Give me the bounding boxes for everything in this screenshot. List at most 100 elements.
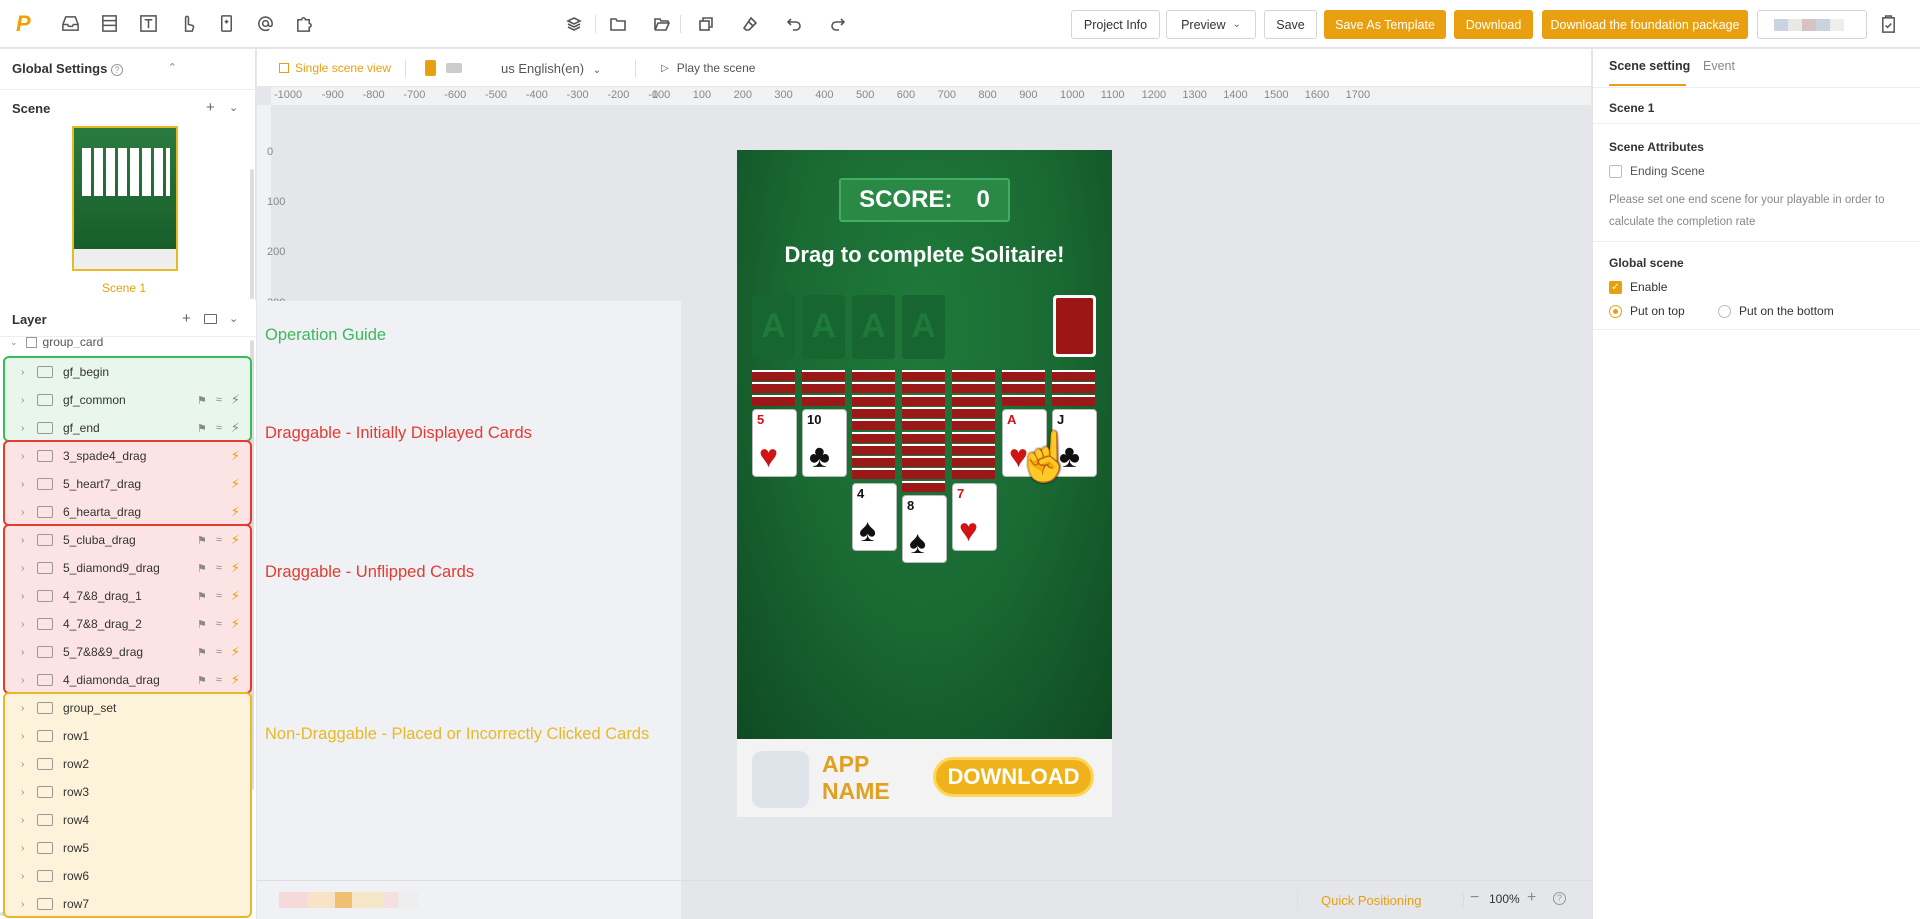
lightning-icon[interactable]: ⚡︎ <box>231 476 240 492</box>
chevron-right-icon[interactable]: › <box>21 367 37 378</box>
eye-hidden-icon[interactable]: ≈ <box>216 422 222 434</box>
layer-row[interactable]: › row2 <box>5 750 250 778</box>
eye-hidden-icon[interactable]: ≈ <box>216 562 222 574</box>
collapse-icon[interactable]: ⌃ <box>168 61 177 74</box>
lightning-icon[interactable]: ⚡︎ <box>231 392 240 408</box>
chevron-right-icon[interactable]: › <box>21 899 37 910</box>
clipboard-check-icon[interactable] <box>1877 13 1899 35</box>
layer-row[interactable]: › row6 <box>5 862 250 890</box>
scene-thumbnail[interactable] <box>72 126 178 271</box>
banner-download-button[interactable]: DOWNLOAD <box>933 757 1094 797</box>
at-icon[interactable] <box>254 13 276 35</box>
layer-row[interactable]: › 5_7&8&9_drag ⚑ ≈ ⚡︎ <box>5 638 250 666</box>
stock-deck[interactable] <box>1053 295 1096 357</box>
chevron-right-icon[interactable]: › <box>21 675 37 686</box>
layer-row[interactable]: › row1 <box>5 722 250 750</box>
chevron-right-icon[interactable]: › <box>21 591 37 602</box>
tab-scene-setting[interactable]: Scene setting <box>1609 59 1690 73</box>
lightning-icon[interactable]: ⚡︎ <box>231 532 240 548</box>
eye-hidden-icon[interactable]: ≈ <box>216 534 222 546</box>
lightning-icon[interactable]: ⚡︎ <box>231 560 240 576</box>
foundation-slot[interactable]: A <box>802 295 845 359</box>
playing-card[interactable]: 7 ♥ <box>952 482 997 551</box>
layer-row[interactable]: › 5_diamond9_drag ⚑ ≈ ⚡︎ <box>5 554 250 582</box>
foundation-slot[interactable]: A <box>852 295 895 359</box>
chevron-right-icon[interactable]: › <box>21 451 37 462</box>
hand-pointer-icon[interactable] <box>176 13 198 35</box>
download-button[interactable]: Download <box>1454 10 1533 39</box>
lightning-icon[interactable]: ⚡︎ <box>231 448 240 464</box>
layer-row[interactable]: › gf_end ⚑ ≈ ⚡︎ <box>5 414 250 442</box>
chevron-right-icon[interactable]: › <box>21 479 37 490</box>
undo-icon[interactable] <box>783 13 805 35</box>
open-folder-icon[interactable] <box>651 13 673 35</box>
eye-hidden-icon[interactable]: ≈ <box>216 590 222 602</box>
landscape-toggle[interactable] <box>446 63 462 73</box>
help-icon[interactable]: ? <box>110 64 123 76</box>
chevron-right-icon[interactable]: › <box>21 423 37 434</box>
project-info-button[interactable]: Project Info <box>1071 10 1160 39</box>
layer-row[interactable]: › 4_7&8_drag_2 ⚑ ≈ ⚡︎ <box>5 610 250 638</box>
put-on-bottom-radio[interactable]: Put on the bottom <box>1718 304 1834 318</box>
chevron-right-icon[interactable]: › <box>21 871 37 882</box>
lightning-icon[interactable]: ⚡︎ <box>231 616 240 632</box>
enable-checkbox[interactable]: ✓ Enable <box>1609 280 1667 294</box>
preview-button[interactable]: Preview ⌄ <box>1166 10 1256 39</box>
chevron-down-icon[interactable]: ⌄ <box>229 312 238 325</box>
playing-card[interactable]: 8 ♠ <box>902 495 947 563</box>
lock-icon[interactable]: ⚑ <box>197 618 207 631</box>
folder-icon[interactable] <box>607 13 629 35</box>
eye-hidden-icon[interactable]: ≈ <box>216 646 222 658</box>
chevron-right-icon[interactable]: › <box>21 619 37 630</box>
layer-row[interactable]: › row3 <box>5 778 250 806</box>
layer-row[interactable]: › row5 <box>5 834 250 862</box>
layer-row[interactable]: › 6_hearta_drag ⚡︎ <box>5 498 250 526</box>
download-foundation-button[interactable]: Download the foundation package <box>1542 10 1748 39</box>
scrollbar[interactable] <box>250 169 254 299</box>
layer-row[interactable]: › row4 <box>5 806 250 834</box>
copy-icon[interactable] <box>695 13 717 35</box>
redo-icon[interactable] <box>827 13 849 35</box>
layer-row[interactable]: › 3_spade4_drag ⚡︎ <box>5 442 250 470</box>
chevron-down-icon[interactable]: ⌄ <box>229 101 238 114</box>
lightning-icon[interactable]: ⚡︎ <box>231 504 240 520</box>
chevron-right-icon[interactable]: › <box>21 703 37 714</box>
plugin-icon[interactable] <box>293 13 315 35</box>
chevron-right-icon[interactable]: › <box>21 815 37 826</box>
playing-card[interactable]: 5 ♥ <box>752 408 797 477</box>
lock-icon[interactable]: ⚑ <box>197 674 207 687</box>
foundation-slot[interactable]: A <box>902 295 945 359</box>
lightning-icon[interactable]: ⚡︎ <box>231 420 240 436</box>
add-layer-icon[interactable]: + <box>182 310 191 327</box>
chevron-right-icon[interactable]: › <box>21 563 37 574</box>
ending-scene-checkbox[interactable]: Ending Scene <box>1609 164 1705 178</box>
eye-hidden-icon[interactable]: ≈ <box>216 618 222 630</box>
chevron-right-icon[interactable]: › <box>21 759 37 770</box>
chevron-right-icon[interactable]: › <box>21 395 37 406</box>
add-scene-icon[interactable]: + <box>206 99 215 116</box>
layer-row[interactable]: › 5_heart7_drag ⚡︎ <box>5 470 250 498</box>
phone-icon[interactable] <box>215 13 237 35</box>
eye-hidden-icon[interactable]: ≈ <box>216 674 222 686</box>
new-folder-icon[interactable] <box>204 314 217 324</box>
zoom-out-icon[interactable]: − <box>1470 889 1479 907</box>
text-icon[interactable] <box>137 13 159 35</box>
playing-card[interactable]: 4 ♠ <box>852 482 897 551</box>
layer-row[interactable]: › gf_common ⚑ ≈ ⚡︎ <box>5 386 250 414</box>
quick-positioning-button[interactable]: Quick Positioning <box>1321 893 1421 908</box>
layer-parent-row[interactable]: ⌄ group_card <box>10 336 103 348</box>
portrait-toggle[interactable] <box>425 60 436 76</box>
lightning-icon[interactable]: ⚡︎ <box>231 672 240 688</box>
language-select[interactable]: us English(en) ⌄ <box>501 61 601 76</box>
lock-icon[interactable]: ⚑ <box>197 562 207 575</box>
put-on-top-radio[interactable]: Put on top <box>1609 304 1685 318</box>
chevron-right-icon[interactable]: › <box>21 787 37 798</box>
lock-icon[interactable]: ⚑ <box>197 422 207 435</box>
zoom-in-icon[interactable]: + <box>1527 889 1536 907</box>
chevron-right-icon[interactable]: › <box>21 535 37 546</box>
lightning-icon[interactable]: ⚡︎ <box>231 644 240 660</box>
game-preview[interactable]: SCORE: 0 Drag to complete Solitaire! A A … <box>737 150 1112 739</box>
chevron-right-icon[interactable]: › <box>21 507 37 518</box>
layer-row[interactable]: › gf_begin <box>5 358 250 386</box>
account-menu[interactable] <box>1757 10 1867 39</box>
